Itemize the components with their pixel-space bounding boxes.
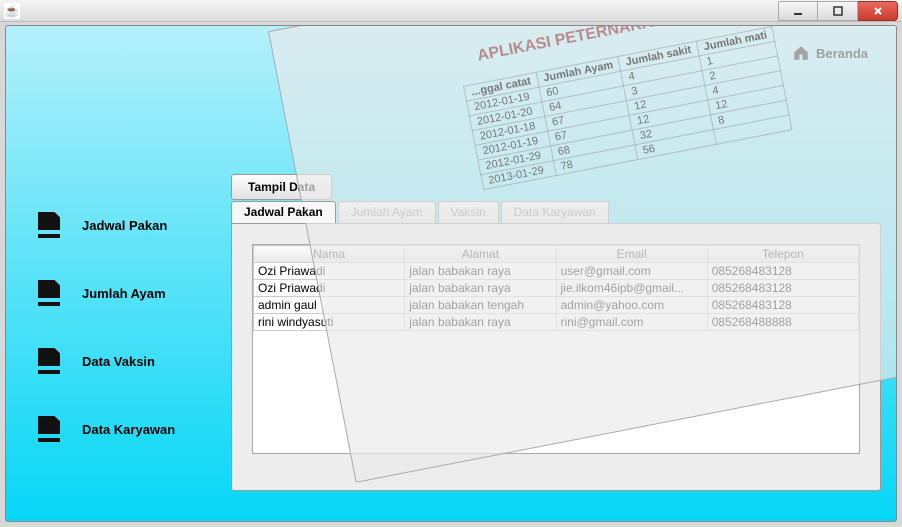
table-cell[interactable]: jalan babakan raya xyxy=(405,314,556,331)
close-button[interactable] xyxy=(858,1,898,21)
sidebar-item-label: Jadwal Pakan xyxy=(82,218,167,233)
ghost-table: ...ggal catatJumlah AyamJumlah sakitJuml… xyxy=(463,26,793,190)
table-cell[interactable]: admin@yahoo.com xyxy=(556,297,707,314)
sidebar-item-label: Jumlah Ayam xyxy=(82,286,166,301)
table-cell[interactable]: jie.ilkom46ipb@gmail... xyxy=(556,280,707,297)
file-icon xyxy=(36,280,66,306)
window-controls xyxy=(778,1,898,21)
table-cell[interactable]: rini@gmail.com xyxy=(556,314,707,331)
sidebar-item-label: Data Vaksin xyxy=(82,354,155,369)
table-row[interactable]: Ozi Priawadijalan babakan rayajie.ilkom4… xyxy=(254,280,859,297)
table-cell[interactable]: 085268483128 xyxy=(707,263,858,280)
file-icon xyxy=(36,416,66,442)
home-link[interactable]: Beranda xyxy=(792,44,868,62)
col-alamat[interactable]: Alamat xyxy=(405,246,556,263)
data-table[interactable]: Nama Alamat Email Telepon Ozi Priawadija… xyxy=(252,244,860,454)
tab-panel: Jadwal Pakan Jumlah Ayam Vaksin Data Kar… xyxy=(231,201,881,491)
app-frame: Beranda Jadwal Pakan Jumlah Ayam Data Va… xyxy=(5,25,897,522)
java-icon: ☕ xyxy=(4,3,20,19)
col-email[interactable]: Email xyxy=(556,246,707,263)
home-icon xyxy=(792,44,810,62)
tab-body: Nama Alamat Email Telepon Ozi Priawadija… xyxy=(231,223,881,491)
sidebar-item-label: Data Karyawan xyxy=(82,422,175,437)
table-cell[interactable]: jalan babakan raya xyxy=(405,280,556,297)
tab-jumlah-ayam[interactable]: Jumlah Ayam xyxy=(338,201,436,223)
table-cell[interactable]: rini windyasuti xyxy=(254,314,405,331)
sidebar: Jadwal Pakan Jumlah Ayam Data Vaksin Dat… xyxy=(30,206,210,448)
table-cell[interactable]: 085268483128 xyxy=(707,297,858,314)
col-telepon[interactable]: Telepon xyxy=(707,246,858,263)
maximize-button[interactable] xyxy=(818,1,858,21)
table-row[interactable]: Ozi Priawadijalan babakan rayauser@gmail… xyxy=(254,263,859,280)
file-icon xyxy=(36,348,66,374)
file-icon xyxy=(36,212,66,238)
minimize-button[interactable] xyxy=(778,1,818,21)
table-cell[interactable]: 085268483128 xyxy=(707,280,858,297)
sidebar-item-data-vaksin[interactable]: Data Vaksin xyxy=(30,342,210,380)
sidebar-item-data-karyawan[interactable]: Data Karyawan xyxy=(30,410,210,448)
table-cell[interactable]: 085268488888 xyxy=(707,314,858,331)
titlebar: ☕ xyxy=(0,0,902,22)
table-cell[interactable]: jalan babakan raya xyxy=(405,263,556,280)
tab-data-karyawan[interactable]: Data Karyawan xyxy=(501,201,609,223)
table-cell[interactable]: jalan babakan tengah xyxy=(405,297,556,314)
col-nama[interactable]: Nama xyxy=(254,246,405,263)
tampil-data-button[interactable]: Tampil Data xyxy=(231,174,332,200)
table-header-row: Nama Alamat Email Telepon xyxy=(254,246,859,263)
sidebar-item-jumlah-ayam[interactable]: Jumlah Ayam xyxy=(30,274,210,312)
table-row[interactable]: rini windyasutijalan babakan rayarini@gm… xyxy=(254,314,859,331)
table-row[interactable]: admin gauljalan babakan tengahadmin@yaho… xyxy=(254,297,859,314)
tab-vaksin[interactable]: Vaksin xyxy=(438,201,499,223)
table-cell[interactable]: admin gaul xyxy=(254,297,405,314)
tab-jadwal-pakan[interactable]: Jadwal Pakan xyxy=(231,201,336,223)
tab-strip: Jadwal Pakan Jumlah Ayam Vaksin Data Kar… xyxy=(231,201,881,223)
table-cell[interactable]: Ozi Priawadi xyxy=(254,280,405,297)
home-label: Beranda xyxy=(816,46,868,61)
table-cell[interactable]: user@gmail.com xyxy=(556,263,707,280)
sidebar-item-jadwal-pakan[interactable]: Jadwal Pakan xyxy=(30,206,210,244)
table-cell[interactable]: Ozi Priawadi xyxy=(254,263,405,280)
